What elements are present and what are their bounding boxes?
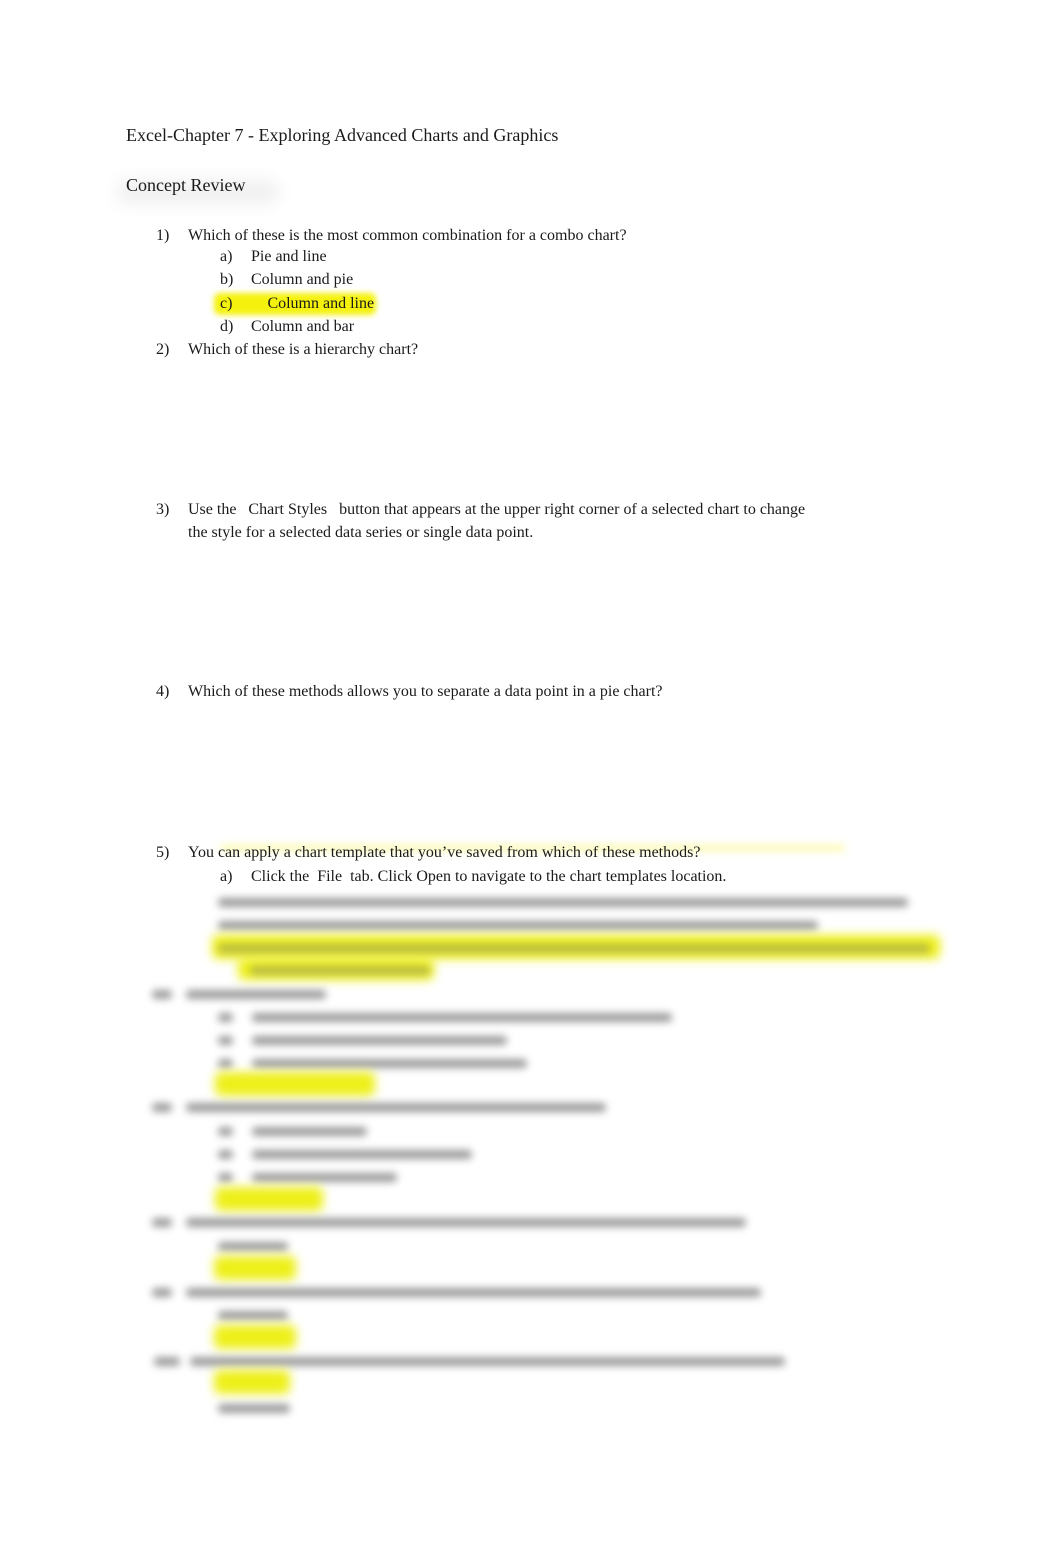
blurred-line (218, 1173, 233, 1182)
document-title: Excel-Chapter 7 - Exploring Advanced Cha… (126, 125, 559, 145)
question-text: You can apply a chart template that you’… (188, 844, 701, 861)
blurred-line (186, 1218, 746, 1227)
section-heading: Concept Review (126, 175, 246, 195)
blurred-line (218, 1242, 288, 1251)
blurred-line (218, 1311, 288, 1320)
blurred-question-number (152, 1288, 172, 1297)
blurred-line (218, 1127, 233, 1136)
option-label: b) (220, 271, 234, 288)
blurred-line (186, 990, 326, 999)
question-1: 1) Which of these is the most common com… (0, 0, 1062, 335)
option-text: Column and bar (251, 318, 355, 335)
blurred-line (252, 1127, 367, 1136)
option-label: c) (220, 295, 233, 312)
question-number: 1) (156, 227, 170, 244)
option-text: Column and pie (251, 271, 354, 288)
blurred-line (186, 1103, 606, 1112)
blurred-line (186, 1288, 761, 1297)
blurred-highlight (215, 1187, 323, 1211)
option-text: Click the File tab. Click Open to naviga… (251, 868, 727, 885)
option-text: Pie and line (251, 248, 327, 265)
blurred-line (218, 1404, 290, 1413)
blurred-line (190, 1357, 785, 1366)
blurred-line (218, 944, 930, 953)
blurred-highlight (214, 1370, 290, 1394)
blurred-line (252, 1059, 527, 1068)
question-number: 2) (156, 341, 170, 358)
blurred-highlight (214, 1256, 296, 1280)
document-page: Excel-Chapter 7 - Exploring Advanced Cha… (0, 0, 1062, 1413)
blurred-question-number (152, 990, 172, 999)
question-text-line-1: Use the Chart Styles button that appears… (188, 501, 806, 518)
blurred-line (218, 1036, 233, 1045)
question-text: Which of these methods allows you to sep… (188, 683, 663, 700)
blurred-line (252, 1013, 672, 1022)
blurred-line (218, 921, 818, 930)
blurred-line (218, 1013, 233, 1022)
blurred-line (252, 1150, 472, 1159)
option-text-highlighted: Column and line (267, 295, 375, 312)
blurred-question-number (154, 1357, 180, 1366)
option-label: a) (220, 868, 233, 885)
blurred-question-number (152, 1218, 172, 1227)
question-text: Which of these is a hierarchy chart? (188, 341, 419, 358)
blurred-line (218, 898, 908, 907)
blurred-line (252, 1036, 507, 1045)
blurred-line (218, 1150, 233, 1159)
blurred-highlight (214, 1325, 296, 1349)
blurred-line (250, 966, 430, 975)
question-text-line-2: the style for a selected data series or … (188, 524, 534, 541)
blurred-line (252, 1173, 397, 1182)
question-number: 3) (156, 501, 170, 518)
question-number: 4) (156, 683, 170, 700)
blurred-highlight (215, 1072, 375, 1096)
blurred-line (218, 1059, 233, 1068)
blurred-question-number (152, 1103, 172, 1112)
option-label: d) (220, 318, 234, 335)
question-number: 5) (156, 844, 170, 861)
question-text: Which of these is the most common combin… (188, 227, 627, 244)
option-label: a) (220, 248, 233, 265)
